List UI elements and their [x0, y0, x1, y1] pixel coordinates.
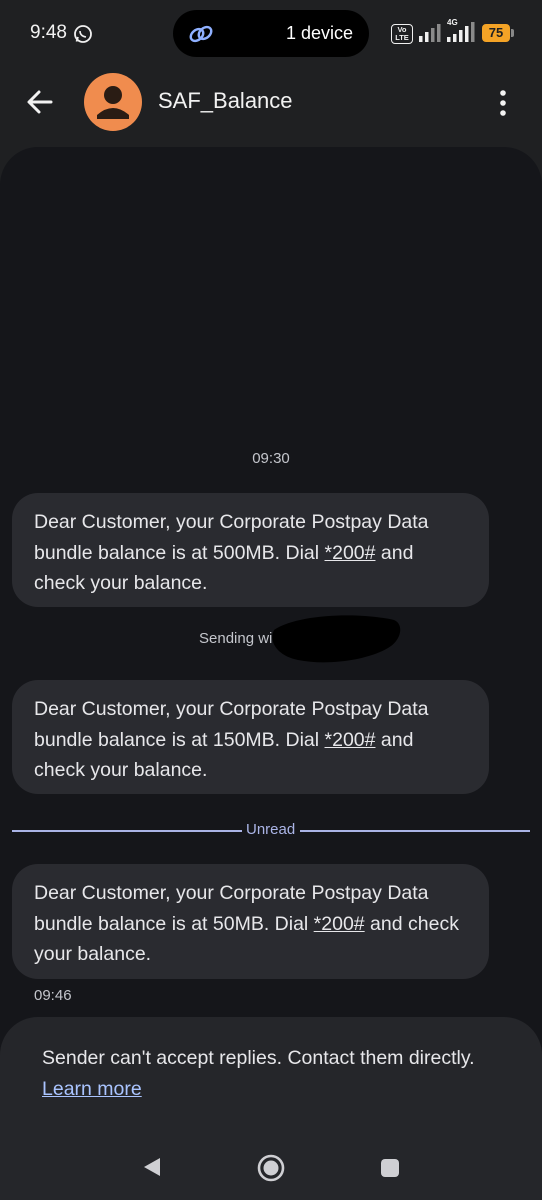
- redaction-mark: [272, 615, 401, 663]
- message-bubble[interactable]: Dear Customer, your Corporate Postpay Da…: [12, 864, 489, 979]
- nav-back-icon[interactable]: [140, 1155, 164, 1179]
- conversation-header: SAF_Balance: [0, 70, 542, 140]
- whatsapp-icon: [74, 25, 92, 43]
- battery-icon: 75: [482, 24, 510, 42]
- message-bubble[interactable]: Dear Customer, your Corporate Postpay Da…: [12, 493, 489, 607]
- notice-text: Sender can't accept replies. Contact the…: [42, 1047, 475, 1069]
- sending-status: Sending wi: [199, 630, 273, 647]
- divider-line: [12, 830, 242, 832]
- person-icon: [97, 86, 129, 119]
- contact-name[interactable]: SAF_Balance: [158, 88, 293, 114]
- link-icon: [189, 25, 213, 43]
- message-timestamp: 09:46: [34, 987, 72, 1004]
- ussd-code-link[interactable]: *200#: [314, 913, 365, 935]
- divider-line: [300, 830, 530, 832]
- unread-label: Unread: [246, 821, 296, 838]
- more-vert-icon[interactable]: [492, 86, 514, 120]
- reply-notice-panel: Sender can't accept replies. Contact the…: [0, 1017, 542, 1200]
- nav-recents-icon[interactable]: [379, 1157, 401, 1179]
- signal-icon: [419, 24, 441, 42]
- ussd-code-link[interactable]: *200#: [325, 729, 376, 751]
- message-timestamp: 09:30: [252, 450, 290, 467]
- signal-icon: [447, 22, 475, 42]
- learn-more-link[interactable]: Learn more: [42, 1078, 142, 1101]
- nav-home-icon[interactable]: [256, 1153, 286, 1183]
- volte-icon: Vo LTE: [391, 24, 413, 44]
- pill-text: 1 device: [285, 23, 353, 43]
- battery-cap: [511, 29, 514, 37]
- back-arrow-icon[interactable]: [22, 84, 58, 120]
- message-bubble[interactable]: Dear Customer, your Corporate Postpay Da…: [12, 680, 489, 794]
- device-pill[interactable]: 1 device: [173, 10, 369, 57]
- unread-divider: Unread: [12, 821, 530, 841]
- status-time: 9:48: [30, 22, 67, 43]
- ussd-code-link[interactable]: *200#: [325, 542, 376, 564]
- status-bar: 9:48 1 device Vo LTE 4G 75: [0, 0, 542, 70]
- avatar[interactable]: [84, 73, 142, 131]
